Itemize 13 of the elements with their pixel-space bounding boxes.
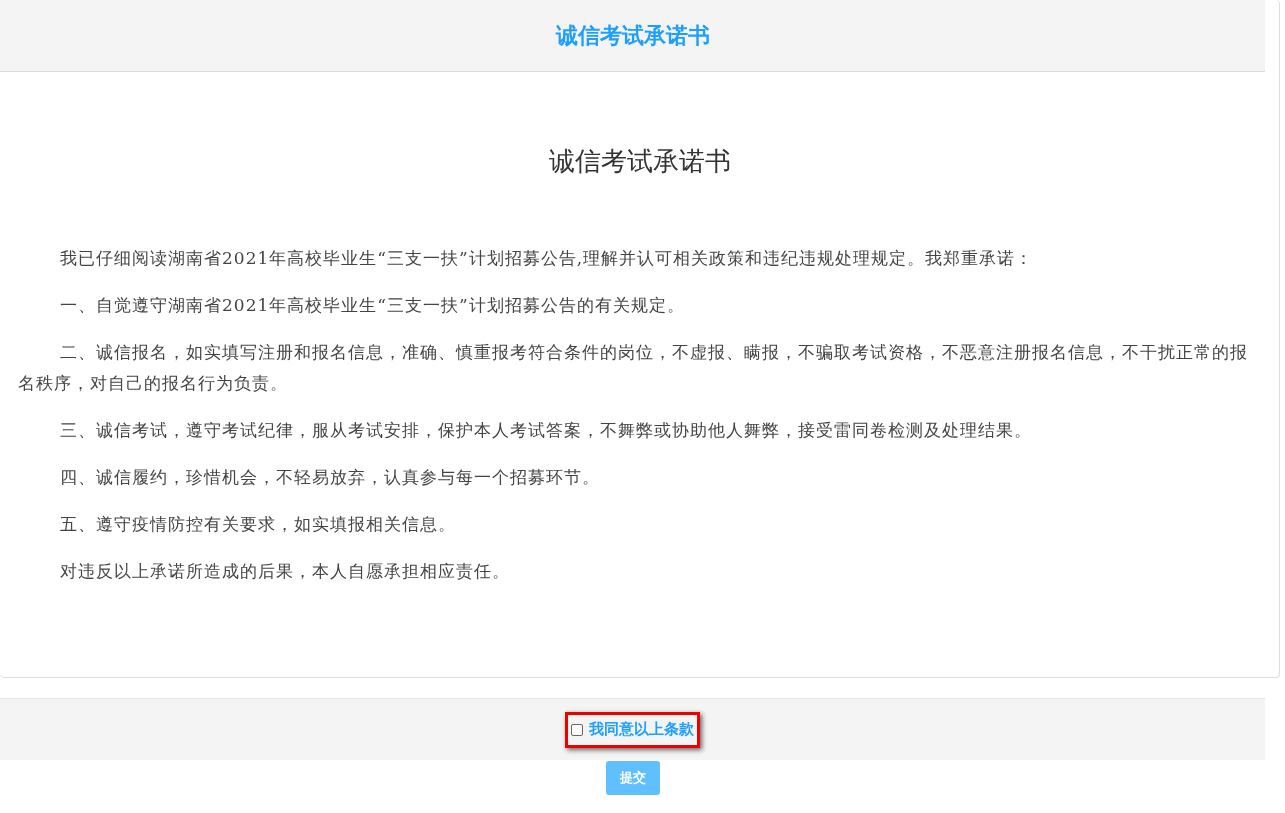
paragraph: 四、诚信履约，珍惜机会，不轻易放弃，认真参与每一个招募环节。: [59, 466, 601, 489]
paragraph: 五、遵守疫情防控有关要求，如实填报相关信息。: [59, 513, 457, 536]
agreement-label: 我同意以上条款: [589, 719, 694, 740]
paragraph: 三、诚信考试，遵守考试纪律，服从考试安排，保护本人考试答案，不舞弊或协助他人舞弊，接受雷同卷检测及处理结果。: [59, 419, 1033, 442]
checkbox[interactable]: [571, 723, 583, 736]
agreement-checkbox[interactable]: 我同意以上条款: [565, 711, 700, 748]
document-title: 诚信考试承诺书: [548, 145, 731, 178]
paragraph: 二、诚信报名，如实填写注册和报名信息，准确、慎重报考符合条件的岗位，不虚报、瞒报，不骗取考试资格，不恶意注册报名信息，不干扰正常的报名秩序，对自己的报名行为负责。: [18, 341, 1249, 395]
paragraph: 我已仔细阅读湖南省2021年高校毕业生“三支一扶”计划招募公告,理解并认可相关政策和违纪违规处理规定。我郑重承诺：: [59, 247, 1035, 270]
header-title: 诚信考试承诺书: [555, 22, 710, 50]
paragraph: 一、自觉遵守湖南省2021年高校毕业生“三支一扶”计划招募公告的有关规定。: [59, 294, 686, 317]
paragraph: 对违反以上承诺所造成的后果，本人自愿承担相应责任。: [59, 560, 511, 583]
submit-button[interactable]: 提交: [605, 761, 660, 795]
